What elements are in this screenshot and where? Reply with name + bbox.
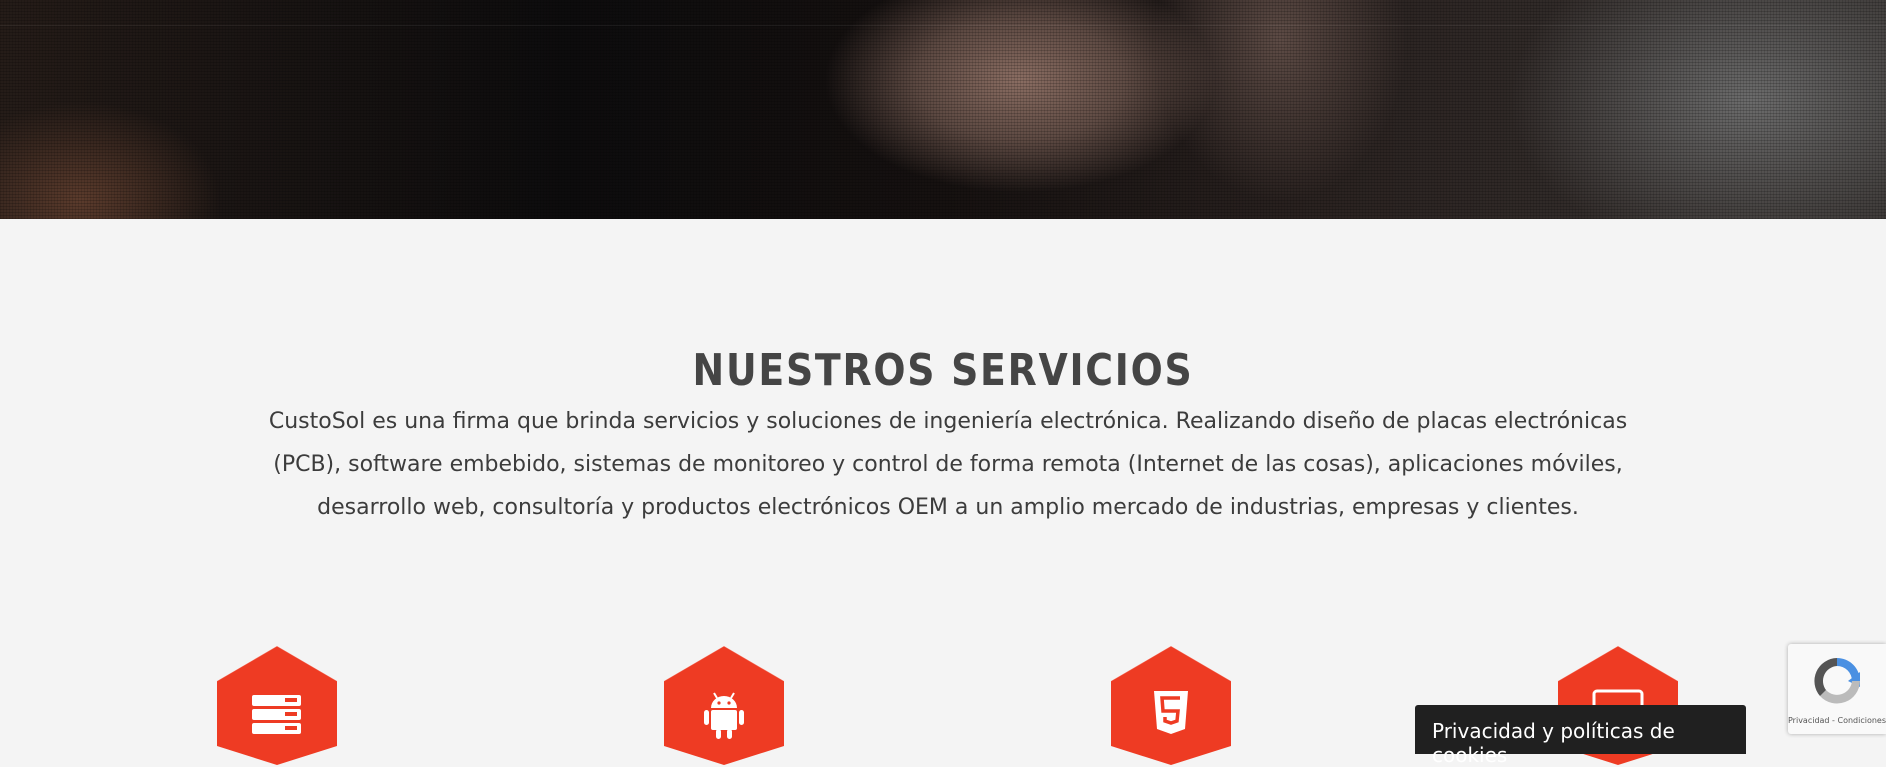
android-icon — [704, 692, 744, 739]
recaptcha-terms-link[interactable]: Privacidad - Condiciones — [1788, 716, 1886, 725]
service-card-embedded[interactable] — [216, 645, 338, 765]
cookie-policy-button[interactable]: Privacidad y políticas de cookies — [1415, 705, 1746, 767]
html5-icon — [1154, 691, 1188, 734]
service-card-mobile[interactable] — [663, 645, 785, 765]
section-title: NUESTROS SERVICIOS — [692, 344, 1194, 396]
recaptcha-icon — [1814, 658, 1860, 704]
recaptcha-badge[interactable]: Privacidad - Condiciones — [1788, 644, 1886, 734]
intro-line: desarrollo web, consultoría y productos … — [317, 495, 1579, 520]
intro-line: (PCB), software embebido, sistemas de mo… — [273, 452, 1623, 477]
hero-divider — [0, 25, 1886, 26]
hero-banner — [0, 0, 1886, 219]
server-icon — [252, 695, 301, 734]
intro-line: CustoSol es una firma que brinda servici… — [268, 409, 1628, 434]
section-intro: CustoSol es una firma que brinda servici… — [258, 400, 1638, 529]
service-card-web[interactable] — [1110, 645, 1232, 765]
